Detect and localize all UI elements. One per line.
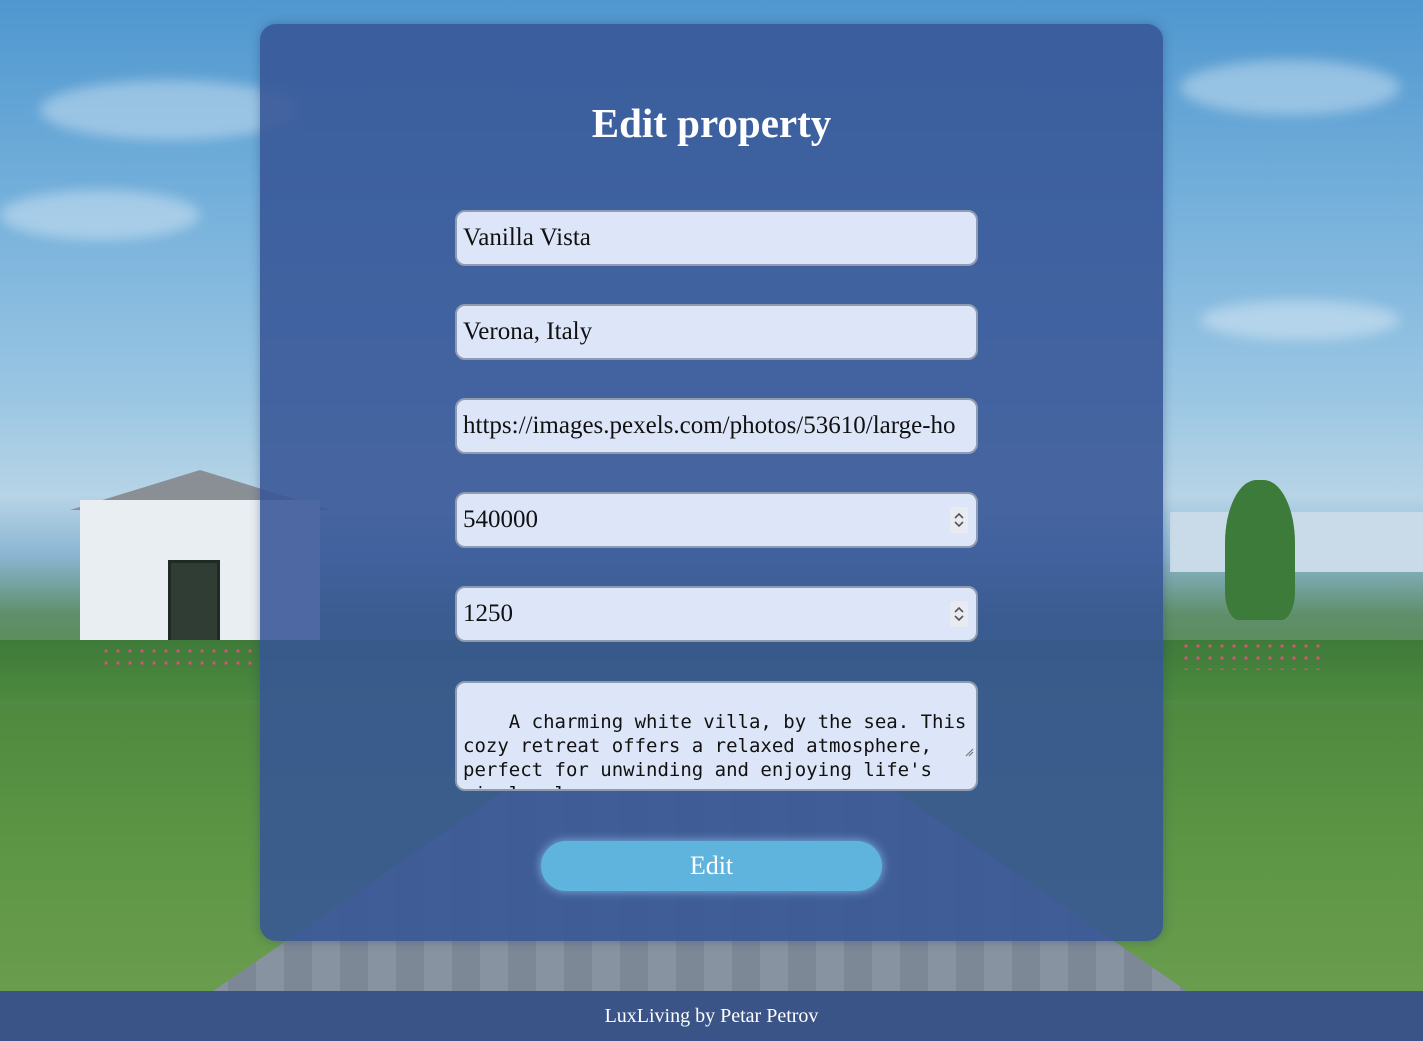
footer: LuxLiving by Petar Petrov [0, 991, 1423, 1041]
edit-property-form: Edit property Vanilla Vista Verona, Ital… [260, 24, 1163, 941]
price-spinner-icon[interactable] [950, 507, 968, 533]
edit-button[interactable]: Edit [541, 841, 882, 891]
footer-text: LuxLiving by Petar Petrov [604, 1004, 819, 1027]
area-input[interactable]: 1250 [455, 586, 978, 642]
description-textarea[interactable]: A charming white villa, by the sea. This… [455, 681, 978, 791]
location-input-value: Verona, Italy [463, 318, 593, 345]
price-input-value: 540000 [463, 506, 538, 533]
resize-grip-icon[interactable] [895, 715, 974, 787]
image-url-input[interactable]: https://images.pexels.com/photos/53610/l… [455, 398, 978, 454]
price-input[interactable]: 540000 [455, 492, 978, 548]
area-spinner-icon[interactable] [950, 601, 968, 627]
name-input-value: Vanilla Vista [463, 224, 591, 251]
location-input[interactable]: Verona, Italy [455, 304, 978, 360]
page-title: Edit property [591, 100, 832, 146]
area-input-value: 1250 [463, 600, 513, 627]
name-input[interactable]: Vanilla Vista [455, 210, 978, 266]
image-url-input-value: https://images.pexels.com/photos/53610/l… [463, 412, 956, 439]
